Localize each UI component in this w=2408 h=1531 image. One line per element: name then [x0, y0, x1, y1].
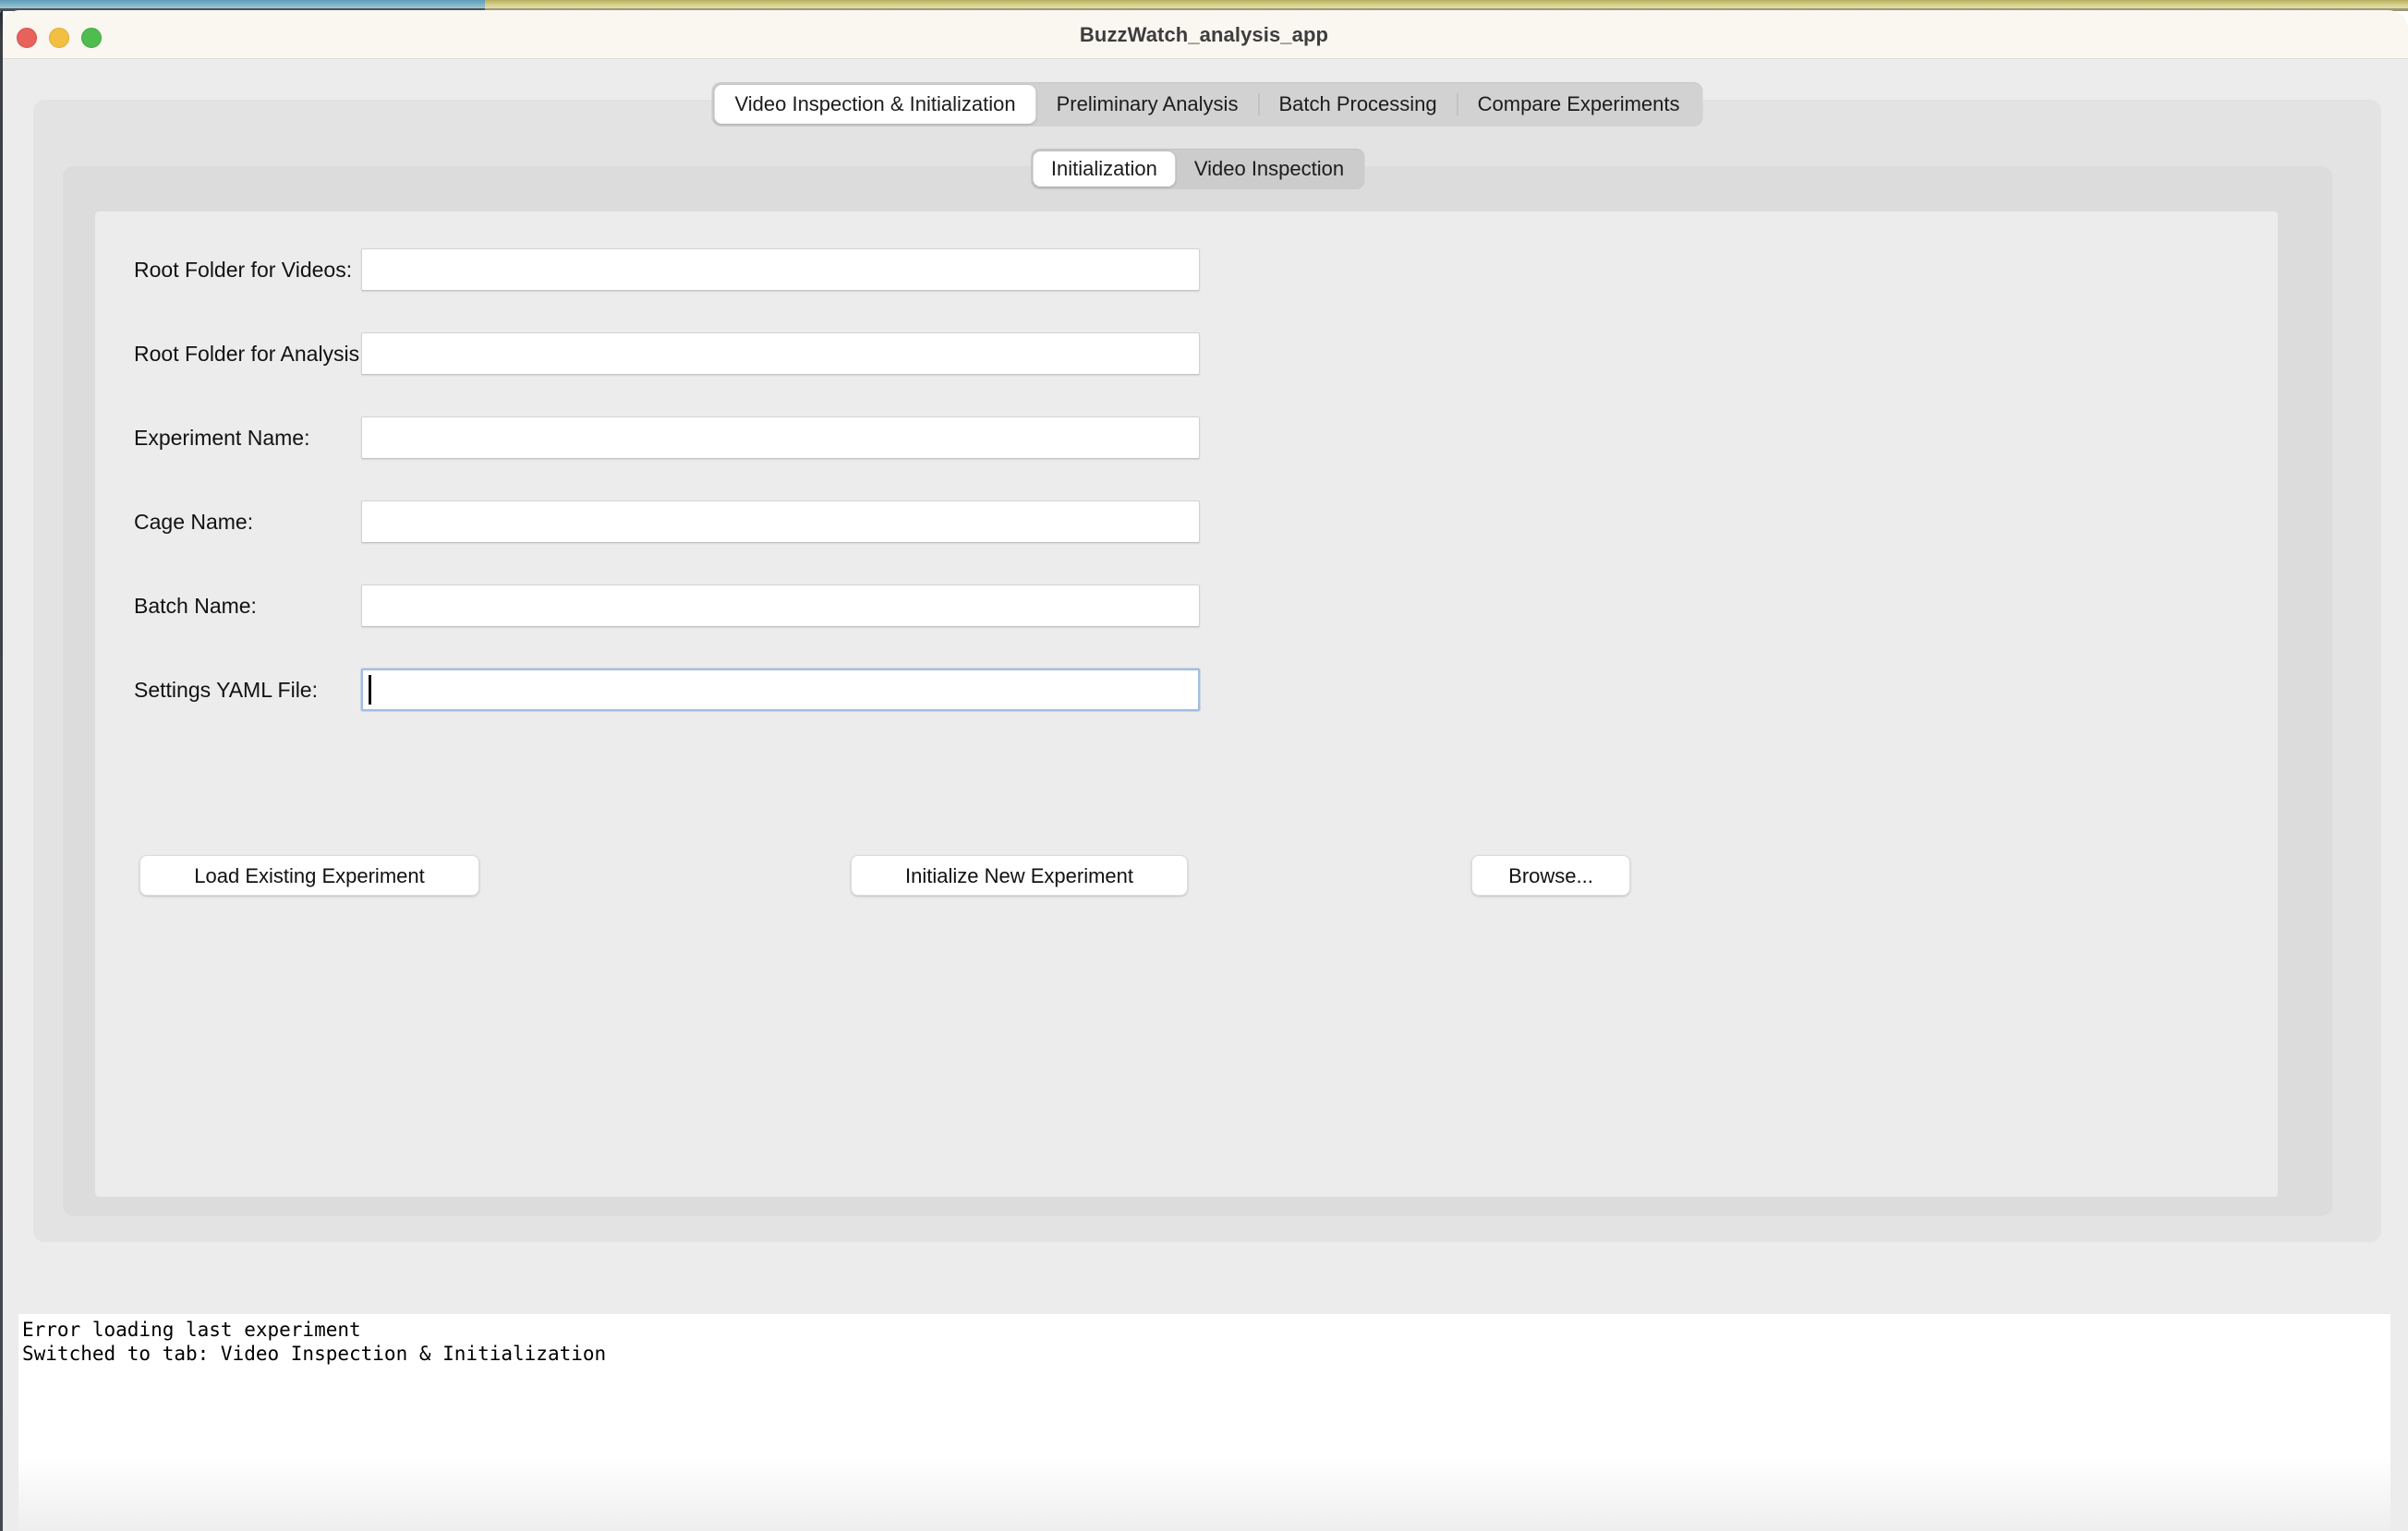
sub-tab-panel: Initialization Video Inspection Root Fol… — [63, 149, 2332, 1216]
input-root-folder-for-analysis[interactable] — [361, 332, 1200, 375]
text-cursor — [369, 675, 371, 705]
log-console[interactable]: Error loading last experiment Switched t… — [18, 1314, 2390, 1531]
form-row-batch-name: Batch Name: — [95, 585, 2278, 627]
application-window: BuzzWatch_analysis_app Video Inspection … — [0, 10, 2408, 1531]
console-bottom-fade — [18, 1455, 2390, 1531]
log-console-text: Error loading last experiment Switched t… — [22, 1319, 607, 1365]
label-settings-yaml-file: Settings YAML File: — [134, 678, 318, 702]
input-root-folder-for-videos[interactable] — [361, 248, 1200, 291]
form-row-settings-yaml-file: Settings YAML File: — [95, 669, 2278, 711]
input-cage-name[interactable] — [361, 500, 1200, 543]
input-settings-yaml-file[interactable] — [361, 669, 1200, 711]
accent-strip-left — [0, 0, 485, 8]
label-root-folder-for-analysis: Root Folder for Analysis: — [134, 342, 366, 366]
load-existing-experiment-button[interactable]: Load Existing Experiment — [139, 855, 479, 896]
input-experiment-name[interactable] — [361, 416, 1200, 459]
tab-compare-experiments[interactable]: Compare Experiments — [1457, 85, 1700, 124]
initialization-form-panel: Root Folder for Videos: Root Folder for … — [95, 211, 2278, 1197]
subtab-initialization[interactable]: Initialization — [1032, 151, 1176, 187]
window-title: BuzzWatch_analysis_app — [1079, 23, 1329, 46]
input-batch-name[interactable] — [361, 585, 1200, 627]
form-row-cage-name: Cage Name: — [95, 500, 2278, 543]
label-cage-name: Cage Name: — [134, 510, 254, 534]
window-accent-strip — [0, 0, 2408, 8]
subtab-video-inspection[interactable]: Video Inspection — [1176, 151, 1362, 187]
browse-button[interactable]: Browse... — [1471, 855, 1630, 896]
tab-preliminary-analysis[interactable]: Preliminary Analysis — [1036, 85, 1259, 124]
accent-strip-right — [485, 0, 2408, 8]
main-tab-panel: Video Inspection & Initialization Prelim… — [33, 82, 2381, 1242]
label-experiment-name: Experiment Name: — [134, 426, 310, 450]
form-row-root-folder-analysis: Root Folder for Analysis: — [95, 332, 2278, 375]
tab-video-inspection-and-initialization[interactable]: Video Inspection & Initialization — [714, 85, 1036, 124]
form-row-experiment-name: Experiment Name: — [95, 416, 2278, 459]
form-row-root-folder-videos: Root Folder for Videos: — [95, 248, 2278, 291]
sub-tab-bar: Initialization Video Inspection — [1030, 149, 1365, 189]
label-batch-name: Batch Name: — [134, 594, 257, 618]
window-titlebar: BuzzWatch_analysis_app — [0, 10, 2408, 59]
initialize-new-experiment-button[interactable]: Initialize New Experiment — [851, 855, 1188, 896]
main-tab-bar: Video Inspection & Initialization Prelim… — [711, 82, 1703, 127]
label-root-folder-for-videos: Root Folder for Videos: — [134, 258, 353, 282]
tab-batch-processing[interactable]: Batch Processing — [1258, 85, 1457, 124]
